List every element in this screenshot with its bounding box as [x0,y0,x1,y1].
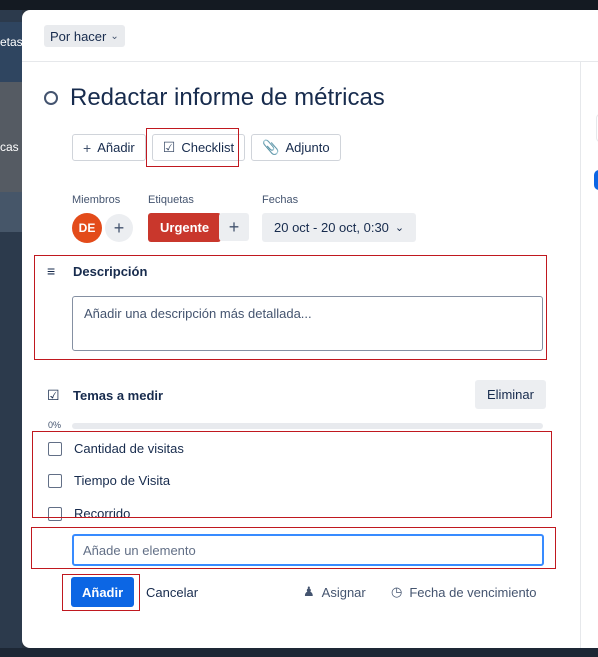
checklist-icon: ☑ [162,139,176,155]
checklist-item-label[interactable]: Cantidad de visitas [74,441,184,456]
description-field[interactable]: Añadir una descripción más detallada... [72,296,543,351]
delete-checklist-button[interactable]: Eliminar [475,380,546,409]
add-button-label: Añadir [97,140,135,155]
chevron-down-icon: ⌄ [110,30,119,42]
clock-icon: ◷ [391,584,403,599]
checklist-button-label: Checklist [181,140,235,155]
due-date-button[interactable]: ◷ Fecha de vencimiento [391,577,537,607]
add-item-button[interactable]: Añadir [71,577,135,607]
label-badge[interactable]: Urgente [148,213,222,242]
board-background-strip: etas cas [0,10,23,657]
date-value: 20 oct - 20 oct, 0:30 [274,220,389,235]
new-item-input[interactable] [72,534,544,566]
checklist-progress-bar [72,423,543,429]
members-label: Miembros [72,194,121,206]
checklist-item-label[interactable]: Tiempo de Visita [74,473,170,488]
description-icon: ≡ [47,263,56,279]
dates-button[interactable]: 20 oct - 20 oct, 0:30 ⌄ [262,213,417,242]
member-avatar[interactable]: DE [72,213,102,243]
add-button[interactable]: + Añadir [72,134,146,161]
plus-icon: + [83,139,92,156]
checklist-checkbox[interactable] [48,473,62,488]
card-actions: + Añadir ☑ Checklist 📎 Adjunto [72,134,341,161]
dates-label: Fechas [262,194,299,206]
assign-button[interactable]: ♟ Asignar [303,577,366,607]
add-member-button[interactable]: + [105,214,133,242]
attachment-button-label: Adjunto [285,140,330,155]
labels-label: Etiquetas [148,194,194,206]
complete-toggle-icon[interactable] [44,91,58,105]
assign-label: Asignar [321,584,366,600]
checklist-section-icon: ☑ [47,387,60,403]
board-text-fragment: cas [0,140,19,154]
card-title[interactable]: Redactar informe de métricas [70,84,385,112]
due-date-label: Fecha de vencimiento [409,584,537,600]
add-person-icon: ♟ [303,584,315,599]
title-row: Redactar informe de métricas [44,84,385,112]
board-footer-strip [0,648,598,657]
board-header-strip [0,0,598,10]
list-name: Por hacer [50,28,107,44]
attachment-button[interactable]: 📎 Adjunto [251,134,341,161]
modal-header: Por hacer ⌄ [22,10,598,62]
checklist-item[interactable]: Cantidad de visitas [48,441,184,456]
chevron-down-icon: ⌄ [394,222,405,234]
checklist-title[interactable]: Temas a medir [73,388,163,403]
cancel-button[interactable]: Cancelar [146,577,198,607]
checklist-checkbox[interactable] [48,441,62,456]
checklist-item-label[interactable]: Recorrido [74,506,130,521]
progress-percent: 0% [48,420,62,430]
checklist-checkbox[interactable] [48,506,62,521]
board-list-segment [0,192,22,232]
description-title: Descripción [73,264,148,279]
card-detail-modal: Por hacer ⌄ Redactar informe de métricas… [22,10,598,648]
right-sidebar [580,62,598,648]
add-label-button[interactable]: + [219,213,249,241]
paperclip-icon: 📎 [262,139,280,155]
sidebar-toggle[interactable] [594,170,598,190]
checklist-button[interactable]: ☑ Checklist [151,134,246,161]
board-header-segment [0,22,22,82]
checklist-item[interactable]: Tiempo de Visita [48,473,170,488]
checklist-item[interactable]: Recorrido [48,506,130,521]
board-text-fragment: etas [0,35,23,49]
list-selector[interactable]: Por hacer ⌄ [44,25,125,47]
board-list-segment [0,82,22,192]
